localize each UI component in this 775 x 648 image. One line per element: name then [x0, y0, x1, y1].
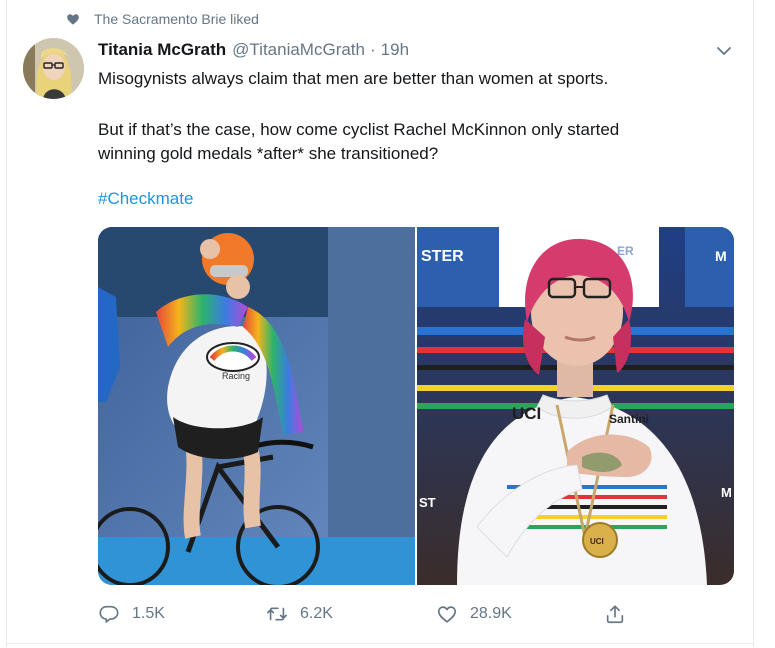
author-name[interactable]: Titania McGrath — [98, 40, 226, 60]
jersey-sponsor-text: Santini — [609, 412, 649, 426]
photo-cyclist-racing[interactable]: Racing — [98, 227, 415, 585]
tweet-text-line: Misogynists always claim that men are be… — [98, 69, 609, 88]
share-button[interactable] — [604, 603, 638, 625]
chevron-down-icon[interactable] — [714, 42, 734, 60]
social-context: The Sacramento Brie liked — [66, 11, 259, 27]
tweet-header: Titania McGrath @TitaniaMcGrath · 19h — [98, 40, 409, 60]
side-text-2: M — [721, 485, 732, 500]
reply-icon — [99, 605, 119, 623]
tweet-text-line: But if that’s the case, how come cyclist… — [98, 120, 620, 139]
divider — [6, 643, 754, 644]
retweet-icon — [267, 607, 287, 621]
heart-icon — [66, 12, 80, 26]
banner-text: STER — [421, 248, 464, 265]
heart-icon — [437, 606, 457, 623]
reply-count: 1.5K — [132, 605, 165, 622]
avatar[interactable] — [23, 38, 84, 99]
reply-button[interactable]: 1.5K — [98, 603, 165, 625]
jersey-text: Racing — [222, 371, 250, 381]
social-context-label[interactable]: The Sacramento Brie liked — [94, 11, 259, 27]
author-handle[interactable]: @TitaniaMcGrath — [232, 40, 365, 60]
hashtag-link[interactable]: #Checkmate — [98, 189, 193, 209]
retweet-button[interactable]: 6.2K — [266, 603, 333, 625]
side-text: ST — [419, 495, 436, 510]
banner-text-3: M — [715, 248, 727, 264]
jersey-brand-text: UCI — [512, 404, 541, 423]
header-separator: · — [370, 40, 376, 59]
photo-medal-podium[interactable]: STER ER M ST M UCI UCI Santini — [417, 227, 734, 585]
tweet-actions: 1.5K 6.2K 28.9K — [98, 603, 734, 631]
medal-text: UCI — [590, 537, 604, 546]
like-button[interactable]: 28.9K — [436, 603, 512, 625]
tweet-text-line: winning gold medals *after* she transiti… — [98, 144, 439, 163]
tweet-timestamp[interactable]: 19h — [381, 40, 409, 60]
retweet-count: 6.2K — [300, 605, 333, 622]
share-icon — [606, 605, 624, 624]
like-count: 28.9K — [470, 605, 512, 622]
media-grid: Racing STER ER M ST M UCI UCI Santini — [98, 227, 734, 585]
banner-text-2: ER — [617, 244, 634, 258]
